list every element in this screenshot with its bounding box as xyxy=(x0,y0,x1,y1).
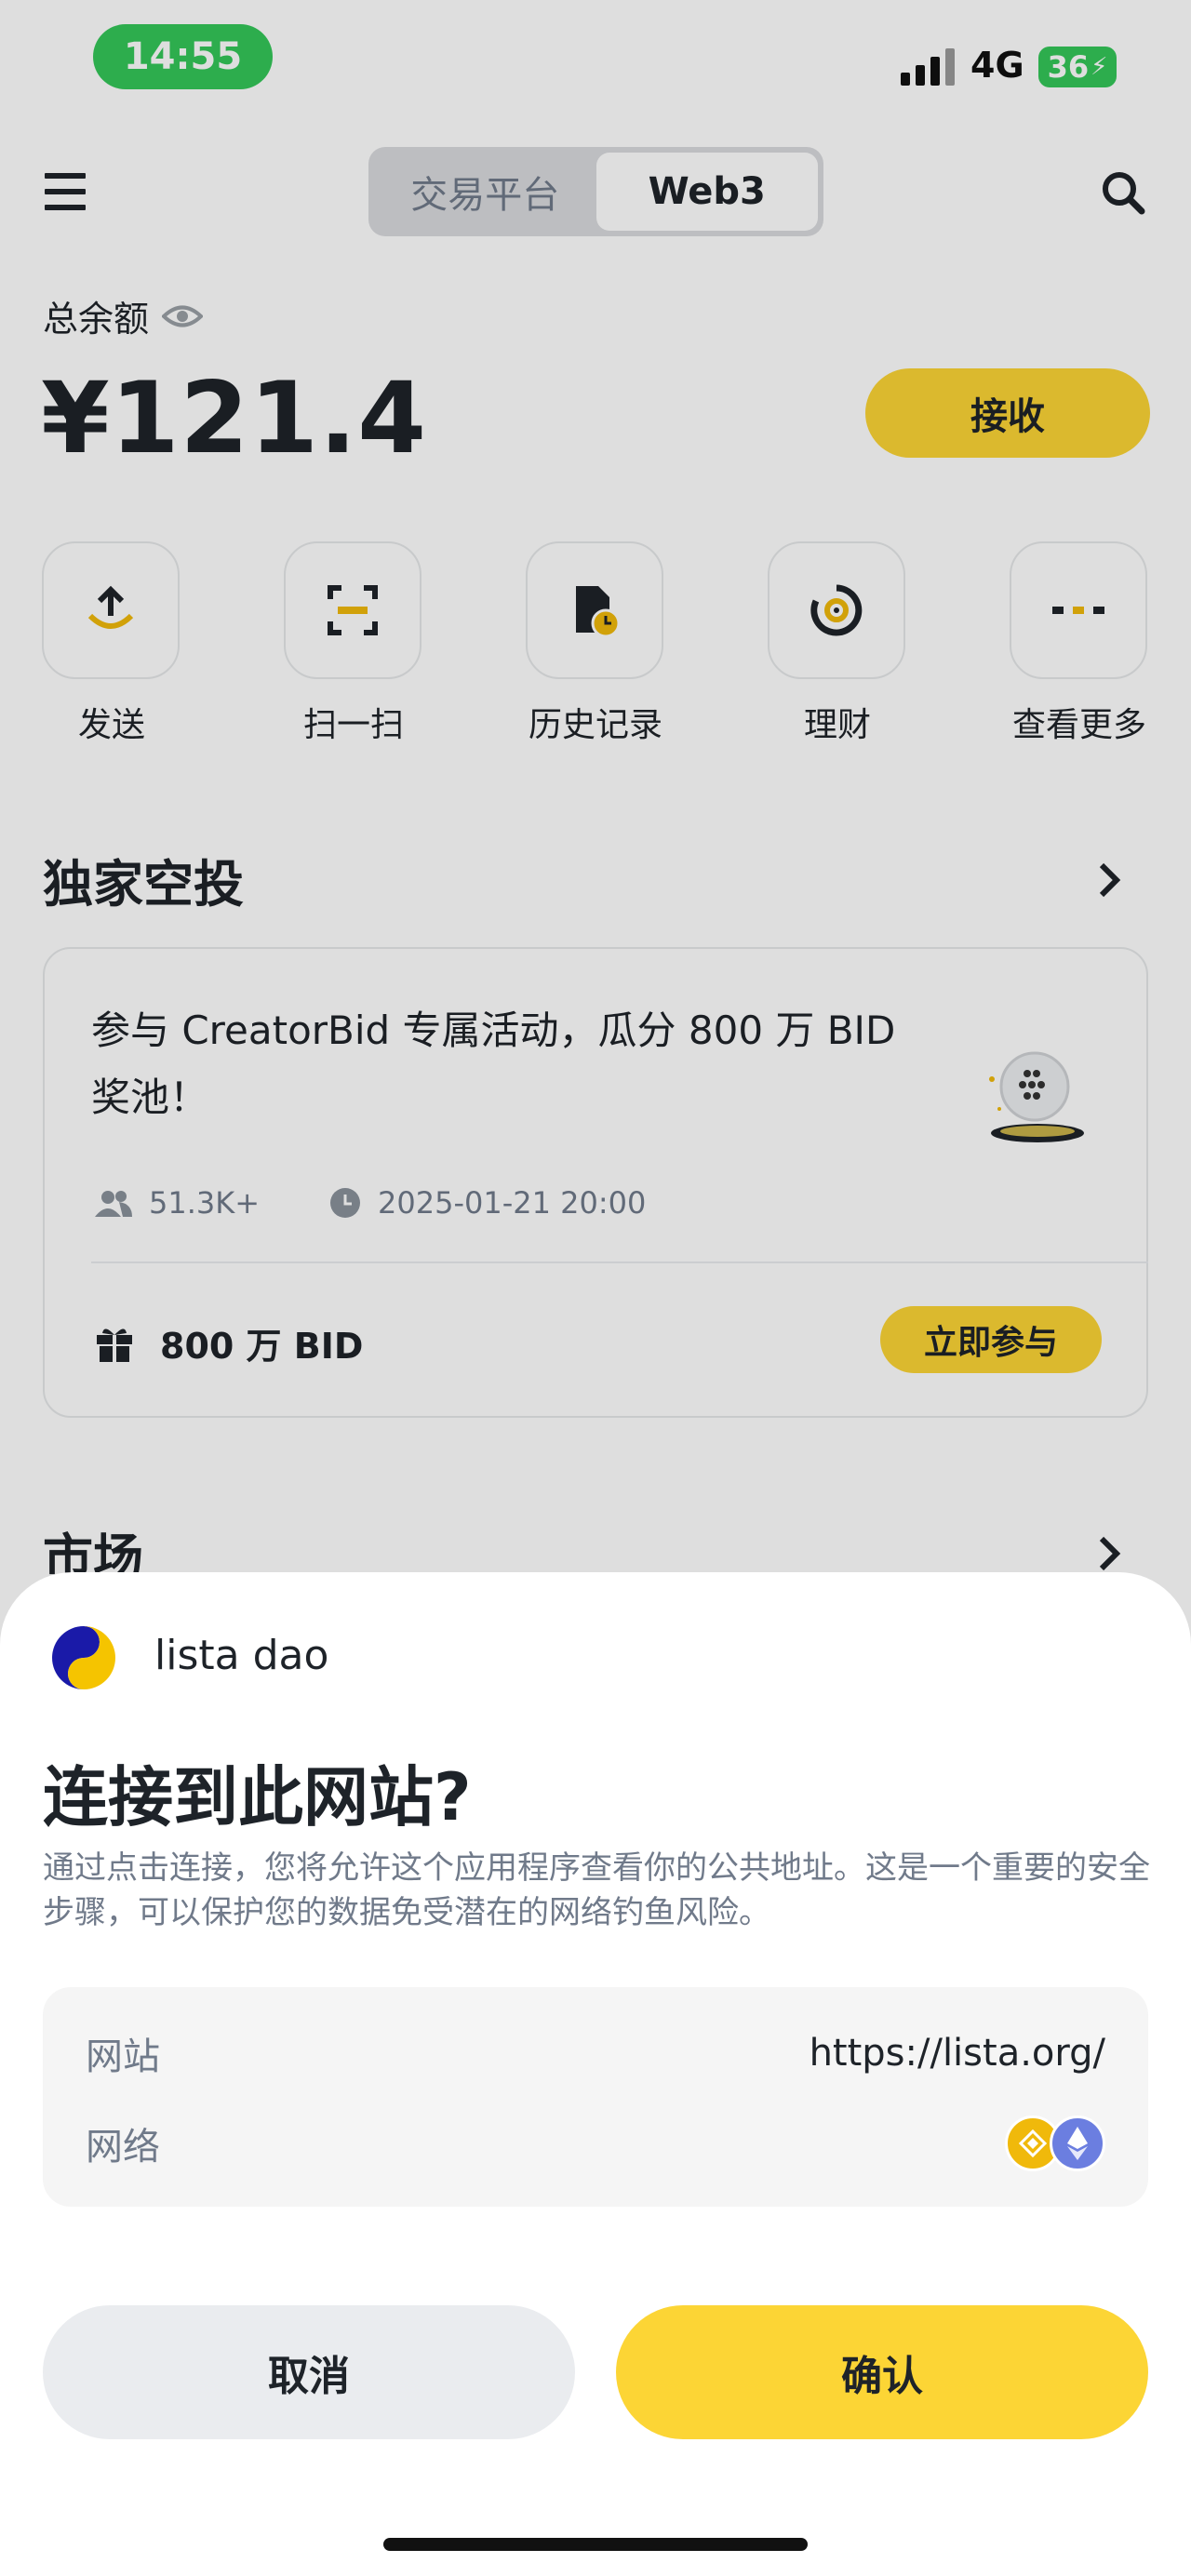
lista-dao-logo-icon xyxy=(52,1626,115,1689)
site-url: https://lista.org/ xyxy=(809,2032,1105,2075)
confirm-button[interactable]: 确认 xyxy=(616,2305,1148,2439)
connection-details: 网站 https://lista.org/ 网络 xyxy=(43,1987,1148,2207)
ethereum-icon xyxy=(1050,2116,1105,2171)
network-icons xyxy=(1005,2116,1105,2171)
network-label: 网络 xyxy=(86,2126,160,2169)
dapp-name: lista dao xyxy=(154,1632,329,1679)
site-row: 网站 https://lista.org/ xyxy=(86,2026,1105,2080)
connect-site-sheet: lista dao 连接到此网站? 通过点击连接，您将允许这个应用程序查看你的公… xyxy=(0,1572,1191,2576)
sheet-title: 连接到此网站? xyxy=(43,1759,472,1835)
sheet-description: 通过点击连接，您将允许这个应用程序查看你的公共地址。这是一个重要的安全步骤，可以… xyxy=(43,1849,1150,1931)
home-indicator[interactable] xyxy=(383,2538,808,2551)
cancel-button[interactable]: 取消 xyxy=(43,2305,575,2439)
network-row: 网络 xyxy=(86,2116,1105,2171)
site-label: 网站 xyxy=(86,2035,160,2078)
